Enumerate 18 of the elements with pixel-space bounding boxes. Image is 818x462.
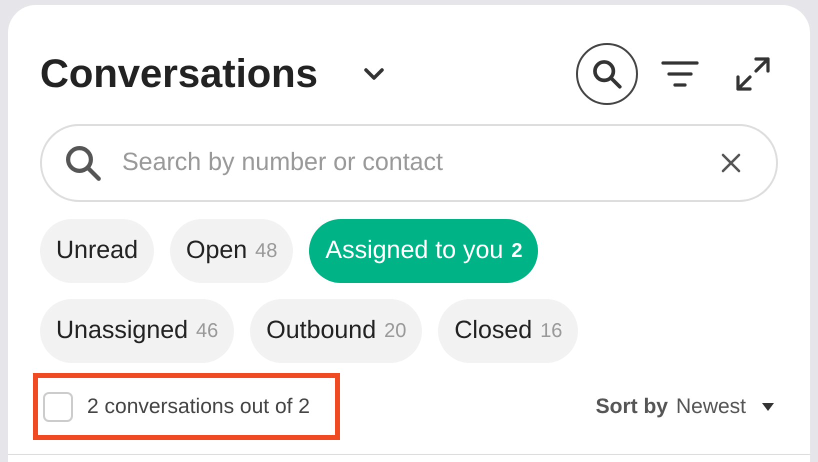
filter-chip[interactable]: Outbound 20 [250, 299, 422, 363]
select-all-checkbox[interactable] [43, 392, 73, 422]
filter-chip[interactable]: Closed 16 [438, 299, 578, 363]
search-icon [590, 57, 624, 91]
chevron-down-icon[interactable] [362, 66, 386, 82]
caret-icon [762, 402, 774, 410]
filter-chip[interactable]: Open 48 [170, 219, 294, 283]
conversation-count: 2 conversations out of 2 [87, 394, 311, 420]
expand-icon[interactable] [734, 55, 772, 93]
search-button[interactable] [576, 43, 638, 105]
filter-chip[interactable]: Unassigned 46 [40, 299, 234, 363]
sort-dropdown[interactable]: Sort by Newest [596, 390, 774, 422]
panel-title: Conversations [40, 51, 318, 98]
search-field[interactable]: Search by number or contact [122, 144, 720, 182]
filter-chip[interactable]: Unread [40, 219, 154, 283]
close-icon[interactable] [720, 152, 742, 174]
search-bar[interactable]: Search by number or contact [40, 124, 778, 202]
filter-icon[interactable] [660, 59, 700, 89]
